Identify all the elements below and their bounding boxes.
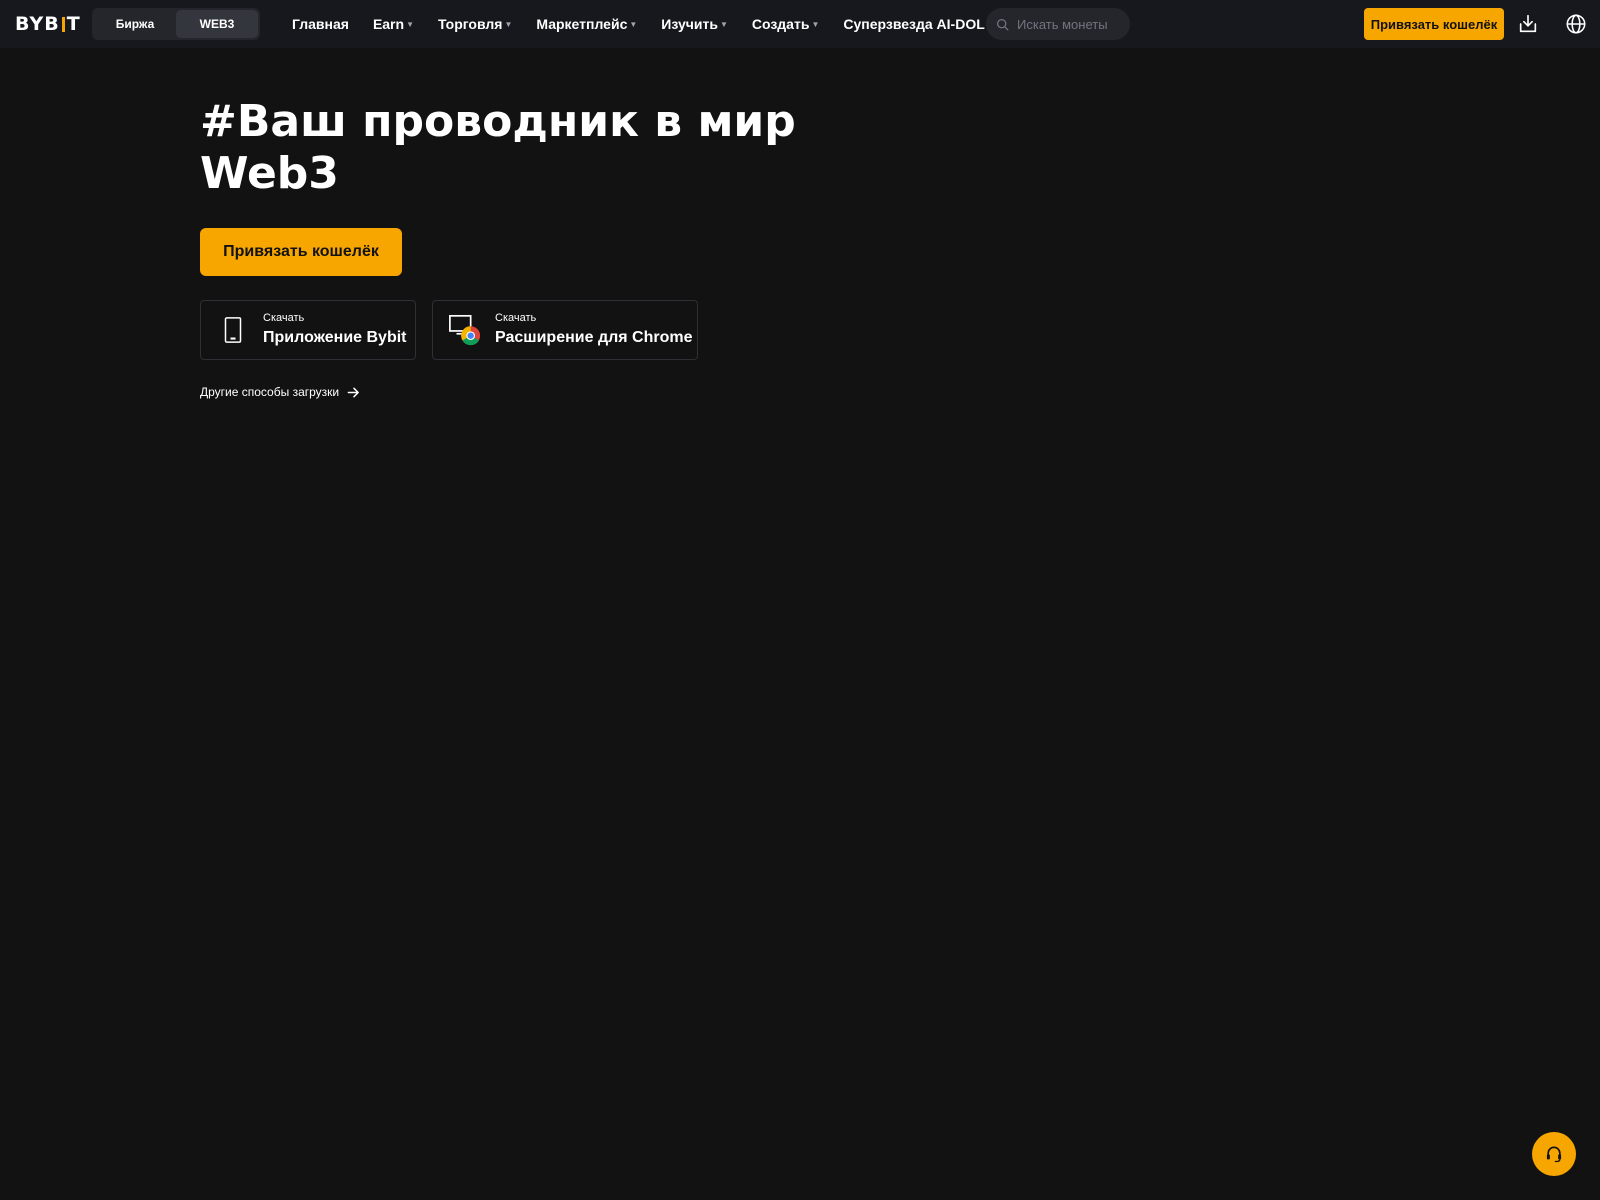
logo-text-end: T (66, 13, 81, 35)
logo-text-start: BYB (15, 13, 60, 35)
connect-wallet-button-header[interactable]: Привязать кошелёк (1364, 8, 1504, 40)
bybit-logo[interactable]: BYB T (15, 13, 81, 35)
other-download-methods-link[interactable]: Другие способы загрузки (200, 385, 360, 399)
download-icon[interactable] (1516, 12, 1540, 36)
exchange-web3-switch: Биржа WEB3 (92, 8, 260, 40)
caret-down-icon: ▼ (811, 19, 820, 29)
headset-icon (1546, 1146, 1562, 1163)
hero-title-line1: #Ваш проводник в мир (200, 96, 796, 147)
download-app-card[interactable]: Скачать Приложение Bybit (200, 300, 416, 360)
nav-item-create[interactable]: Создать ▼ (752, 16, 820, 32)
nav-item-marketplace[interactable]: Маркетплейс ▼ (536, 16, 637, 32)
support-chat-button[interactable] (1532, 1132, 1576, 1176)
download-label: Скачать (263, 312, 305, 324)
nav-item-ai-dol[interactable]: Суперзвезда AI-DOL (843, 16, 984, 32)
hero-title: #Ваш проводник в мир Web3 (200, 96, 820, 200)
nav-item-trade[interactable]: Торговля ▼ (438, 16, 512, 32)
download-chrome-extension-card[interactable]: Скачать Расширение для Chrome (432, 300, 698, 360)
arrow-right-icon (347, 387, 360, 397)
mode-exchange-tab[interactable]: Биржа (94, 10, 176, 38)
caret-down-icon: ▼ (629, 19, 638, 29)
nav-label: Торговля (437, 16, 503, 32)
coin-search-box[interactable] (986, 8, 1130, 40)
caret-down-icon: ▼ (406, 19, 414, 29)
chrome-extension-icon (447, 312, 483, 348)
nav-item-learn[interactable]: Изучить ▼ (661, 16, 728, 32)
download-extension-title: Расширение для Chrome (495, 329, 693, 346)
search-input[interactable] (1017, 16, 1117, 32)
mode-web3-tab[interactable]: WEB3 (176, 10, 258, 38)
caret-down-icon: ▼ (504, 19, 513, 29)
nav-label: Earn (372, 16, 405, 32)
nav-label: Создать (751, 16, 810, 32)
phone-icon (215, 312, 251, 348)
nav-label: Главная (292, 16, 349, 32)
globe-icon[interactable] (1564, 12, 1588, 36)
nav-item-home[interactable]: Главная (292, 16, 349, 32)
nav-label: Маркетплейс (536, 16, 628, 32)
nav-label: Суперзвезда AI-DOL (843, 16, 985, 32)
search-icon (996, 18, 1009, 30)
nav-label: Изучить (661, 16, 718, 32)
download-app-title: Приложение Bybit (263, 329, 407, 346)
other-download-methods-label: Другие способы загрузки (200, 385, 340, 399)
nav-item-earn[interactable]: Earn ▼ (373, 16, 414, 32)
caret-down-icon: ▼ (719, 19, 728, 29)
download-label: Скачать (495, 312, 537, 324)
hero-title-line2: Web3 (200, 148, 339, 199)
top-navigation-bar: BYB T Биржа WEB3 Главная Earn ▼ Торговля ▼ … (0, 0, 1600, 48)
main-nav: Главная Earn ▼ Торговля ▼ Маркетплейс ▼ Изу… (292, 0, 1009, 48)
connect-wallet-button-main[interactable]: Привязать кошелёк (200, 228, 402, 276)
logo-accent-bar (61, 16, 65, 32)
